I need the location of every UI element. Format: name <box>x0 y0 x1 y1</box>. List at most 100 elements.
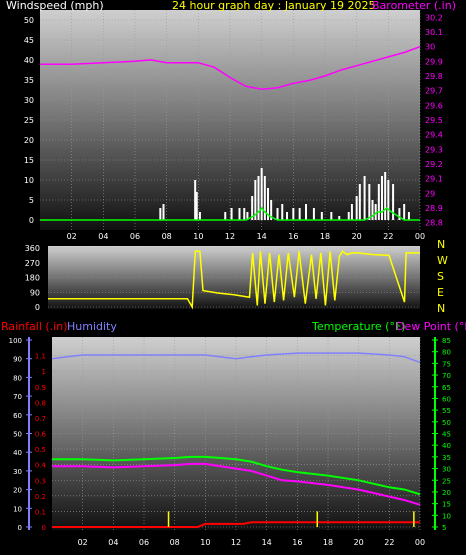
barometer-tick-label: 28.8 <box>425 219 443 228</box>
x-tick-label: 02 <box>67 232 77 241</box>
humidity-tick-label: 50 <box>13 431 22 439</box>
wind-direction-axis: 0 90 180 270 360 <box>25 244 40 312</box>
windspeed-tick-label: 40 <box>24 56 34 65</box>
graph-title: 24 hour graph day : January 19 2025 <box>172 0 376 12</box>
rainfall-tick-label: 0.8 <box>35 399 46 407</box>
rainfall-tick-label: 0.3 <box>35 477 46 485</box>
rainfall-tick-label: 0.2 <box>35 493 46 501</box>
temperature-tick-label: 10 <box>442 512 451 520</box>
windspeed-tick-label: 50 <box>24 16 34 25</box>
windspeed-axis-label: Windspeed (mph) <box>6 0 104 12</box>
barometer-tick-label: 29.4 <box>425 131 443 140</box>
rainfall-tick-label: 1.1 <box>35 353 46 361</box>
wind-direction-tick-label: 360 <box>25 244 40 253</box>
barometer-tick-label: 30 <box>425 43 435 52</box>
humidity-tick-label: 100 <box>9 337 22 345</box>
rainfall-tick-label: 0 <box>42 524 46 532</box>
humidity-tick-label: 20 <box>13 487 22 495</box>
barometer-tick-label: 29.2 <box>425 160 443 169</box>
humidity-tick-label: 60 <box>13 412 22 420</box>
barometer-tick-label: 30.2 <box>425 13 443 22</box>
temperature-tick-label: 85 <box>442 337 451 345</box>
temperature-tick-label: 30 <box>442 466 451 474</box>
x-tick-label: 08 <box>162 232 172 241</box>
windspeed-tick-label: 45 <box>24 36 34 45</box>
rainfall-tick-label: 0.9 <box>35 384 46 392</box>
x-tick-label: 10 <box>193 232 203 241</box>
humidity-tick-label: 10 <box>13 505 22 513</box>
compass-n-bottom: N <box>437 302 445 315</box>
windspeed-tick-label: 15 <box>24 156 34 165</box>
barometer-tick-label: 29.9 <box>425 57 443 66</box>
temperature-tick-label: 5 <box>442 524 446 532</box>
compass-w: W <box>437 254 448 267</box>
temperature-tick-label: 25 <box>442 477 451 485</box>
x-tick-label: 00 <box>415 232 425 241</box>
x-tick-label: 10 <box>200 538 210 547</box>
x-tick-label: 16 <box>292 538 302 547</box>
temperature-tick-label: 65 <box>442 384 451 392</box>
barometer-axis-label: Barometer (.in) <box>372 0 456 12</box>
windspeed-tick-label: 20 <box>24 136 34 145</box>
humidity-axis-label: Humidity <box>67 320 117 333</box>
barometer-tick-label: 29.7 <box>425 87 443 96</box>
barometer-tick-label: 29.5 <box>425 116 443 125</box>
compass-s: S <box>437 270 444 283</box>
x-tick-label: 12 <box>231 538 241 547</box>
windspeed-tick-label: 25 <box>24 116 34 125</box>
temperature-axis-label: Temperature (°F) <box>311 320 406 333</box>
wind-direction-tick-label: 270 <box>25 259 40 268</box>
windspeed-axis: 0 5 10 15 20 25 30 35 40 45 50 <box>24 16 34 225</box>
barometer-tick-label: 30.1 <box>425 28 443 37</box>
x-tick-label: 14 <box>257 232 267 241</box>
rainfall-tick-label: 0.7 <box>35 415 46 423</box>
rainfall-tick-label: 0.6 <box>35 431 47 439</box>
x-tick-label: 20 <box>352 232 362 241</box>
x-tick-label: 04 <box>108 538 118 547</box>
barometer-tick-label: 29.6 <box>425 101 443 110</box>
windspeed-tick-label: 30 <box>24 96 34 105</box>
barometer-tick-label: 29.1 <box>425 175 443 184</box>
x-tick-label: 22 <box>383 232 393 241</box>
rainfall-tick-label: 0.4 <box>35 462 47 470</box>
windspeed-tick-label: 10 <box>24 176 34 185</box>
top-x-axis: 02 04 06 08 10 12 14 16 18 20 22 00 <box>67 232 426 241</box>
temperature-tick-label: 15 <box>442 501 451 509</box>
barometer-tick-label: 28.9 <box>425 204 443 213</box>
humidity-tick-label: 0 <box>18 524 22 532</box>
wind-direction-tick-label: 180 <box>25 274 40 283</box>
weather-graph-stage: 05101520253035404550 28.828.92929.129.22… <box>1 0 466 547</box>
humidity-tick-label: 70 <box>13 393 22 401</box>
x-tick-label: 20 <box>354 538 364 547</box>
x-tick-label: 18 <box>320 232 330 241</box>
compass-labels: N W S E N <box>437 238 448 315</box>
rainfall-tick-label: 0.5 <box>35 446 46 454</box>
windspeed-tick-label: 35 <box>24 76 34 85</box>
temperature-tick-label: 40 <box>442 442 451 450</box>
x-tick-label: 02 <box>78 538 88 547</box>
rainfall-tick-label: 1 <box>42 368 46 376</box>
compass-n-top: N <box>437 238 445 251</box>
x-tick-label: 08 <box>170 538 180 547</box>
x-tick-label: 14 <box>262 538 272 547</box>
x-tick-label: 00 <box>415 538 425 547</box>
humidity-tick-label: 90 <box>13 356 22 364</box>
barometer-tick-label: 29.8 <box>425 72 443 81</box>
dew-point-axis-label: Dew Point (°F) <box>396 320 466 333</box>
humidity-tick-label: 40 <box>13 449 22 457</box>
barometer-axis: 28.8 28.9 29 29.1 29.2 29.3 29.4 29.5 29.6 29.7 29… <box>425 13 443 227</box>
x-tick-label: 12 <box>225 232 235 241</box>
temperature-tick-label: 80 <box>442 349 451 357</box>
compass-e: E <box>437 286 444 299</box>
temperature-tick-label: 35 <box>442 454 451 462</box>
windspeed-tick-label: 5 <box>29 196 34 205</box>
temperature-tick-label: 60 <box>442 395 451 403</box>
temperature-tick-label: 70 <box>442 372 451 380</box>
wind-direction-tick-label: 0 <box>35 303 40 312</box>
lower-x-axis: 02 04 06 08 10 12 14 16 18 20 22 00 <box>78 538 426 547</box>
humidity-tick-label: 80 <box>13 374 22 382</box>
windspeed-tick-label: 0 <box>29 216 34 225</box>
wind-direction-tick-label: 90 <box>30 288 40 297</box>
temperature-tick-label: 20 <box>442 489 451 497</box>
rainfall-tick-label: 0.1 <box>35 508 46 516</box>
